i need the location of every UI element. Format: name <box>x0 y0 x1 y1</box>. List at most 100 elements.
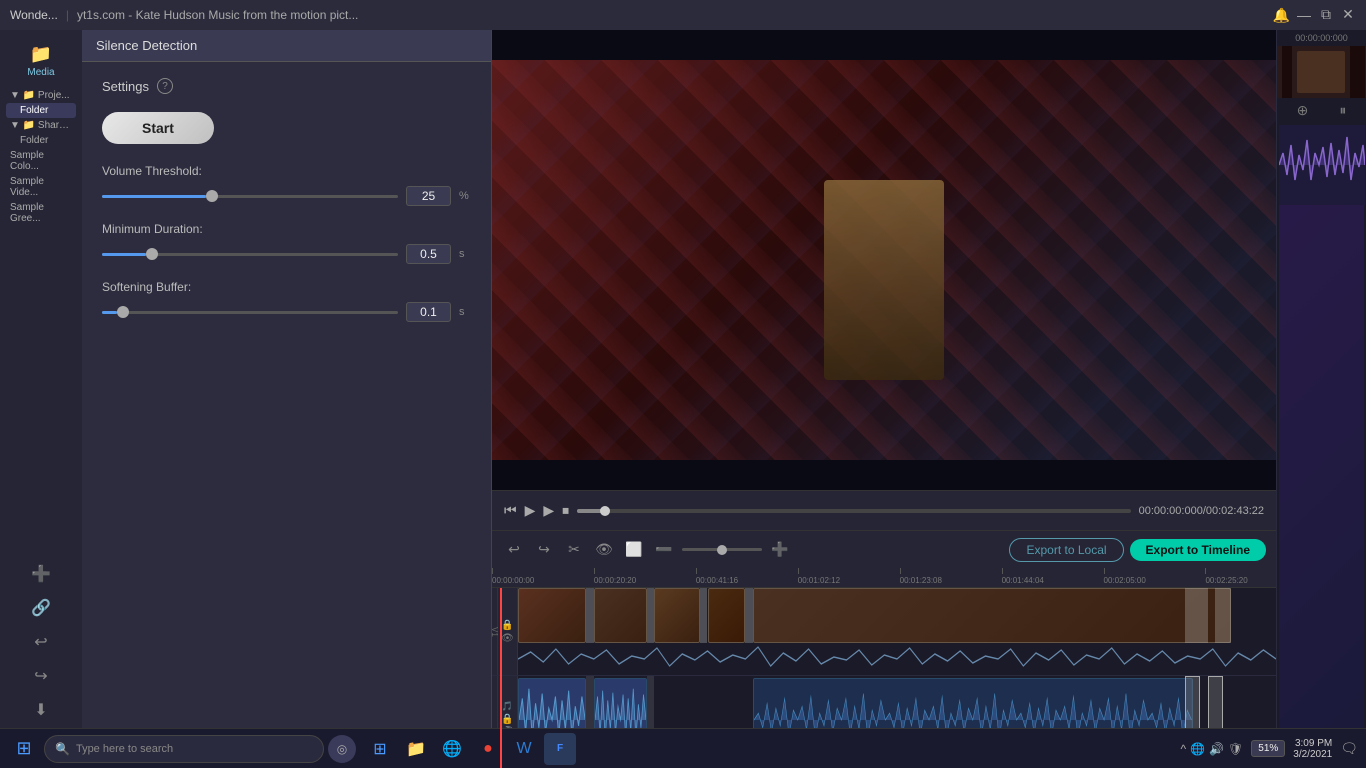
silence-panel-body: Settings ? Start Volume Threshold: 25 % … <box>82 62 491 354</box>
volume-threshold-slider[interactable] <box>102 189 398 203</box>
playhead[interactable] <box>500 588 502 768</box>
play-alt-button[interactable]: ▶ <box>543 502 554 519</box>
volume-threshold-label: Volume Threshold: <box>102 164 471 178</box>
start-button[interactable]: Start <box>102 112 214 144</box>
sidebar-sample-color[interactable]: Sample Colo... <box>6 148 76 174</box>
restore-button[interactable]: ⧉ <box>1318 7 1334 23</box>
taskbar-apps: ⊞ 📁 🌐 ● W F <box>364 733 576 765</box>
right-panel-add-button[interactable]: ⊕ <box>1297 102 1309 119</box>
softening-buffer-unit: s <box>459 306 471 318</box>
windows-icon[interactable]: ⊞ <box>364 733 396 765</box>
video-frame <box>492 60 1276 460</box>
close-button[interactable]: ✕ <box>1340 7 1356 23</box>
eye-track-icon[interactable]: 👁 <box>501 633 514 644</box>
minimum-duration-slider[interactable] <box>102 247 398 261</box>
taskbar-date: 3/2/2021 <box>1293 749 1332 760</box>
taskbar-search[interactable]: 🔍 Type here to search <box>44 735 324 763</box>
sidebar-folder-item[interactable]: Folder <box>6 103 76 118</box>
chrome-icon[interactable]: 🌐 <box>436 733 468 765</box>
sidebar-sample-green[interactable]: Sample Gree... <box>6 200 76 226</box>
alert-icon[interactable]: 🔔 <box>1273 7 1290 24</box>
main-container: 📁 Media ▼ 📁 Proje... Folder ▼ 📁 Share...… <box>0 30 1366 768</box>
video-section: ⏮ ▶ ▶ ⏹ 00:00:00:000/00:02:43:22 ↩ ↪ <box>492 30 1366 768</box>
search-icon: 🔍 <box>55 742 70 756</box>
softening-buffer-label: Softening Buffer: <box>102 280 471 294</box>
minimize-button[interactable]: — <box>1296 7 1312 23</box>
undo-timeline-button[interactable]: ↩ <box>502 538 526 562</box>
stop-button[interactable]: ⏹ <box>562 502 569 519</box>
taskbar-clock: 3:09 PM 3/2/2021 <box>1293 738 1332 760</box>
softening-buffer-slider[interactable] <box>102 305 398 319</box>
import-icon[interactable]: ⬇ <box>23 696 59 724</box>
volume-threshold-value[interactable]: 25 <box>406 186 451 206</box>
video-preview <box>492 30 1276 490</box>
silence-panel-title: Silence Detection <box>82 30 491 62</box>
sidebar-shared-folder[interactable]: ▼ 📁 Share... <box>6 118 76 133</box>
seek-bar[interactable] <box>577 509 1130 513</box>
lock-icon[interactable]: 🔒 <box>501 620 513 631</box>
title-bar: Wonde... | yt1s.com - Kate Hudson Music … <box>0 0 1366 30</box>
step-back-button[interactable]: ⏮ <box>504 502 517 519</box>
filmora-icon[interactable]: F <box>544 733 576 765</box>
battery-indicator: 51% <box>1251 740 1285 757</box>
notification-button[interactable]: 🗨 <box>1340 740 1358 757</box>
right-panel-pause-button[interactable]: ⏸ <box>1339 102 1346 119</box>
minimum-duration-label: Minimum Duration: <box>102 222 471 236</box>
taskbar-time: 3:09 PM <box>1293 738 1332 749</box>
plus-button[interactable]: ➕ <box>768 538 792 562</box>
link-icon[interactable]: 🔗 <box>23 594 59 622</box>
cut-button[interactable]: ✂ <box>562 538 586 562</box>
help-icon[interactable]: ? <box>157 78 173 94</box>
word-icon[interactable]: W <box>508 733 540 765</box>
media-icon: 📁 <box>30 44 52 65</box>
undo-icon[interactable]: ↩ <box>23 628 59 656</box>
app-name: Wonde... <box>10 8 58 22</box>
export-local-button[interactable]: Export to Local <box>1009 538 1123 562</box>
title-bar-left: Wonde... | yt1s.com - Kate Hudson Music … <box>10 8 358 22</box>
video-track-row: V1 🔒 👁 <box>492 588 1276 676</box>
video-bottom-bar <box>492 460 1276 490</box>
sidebar-folder-item-2[interactable]: Folder <box>6 133 76 148</box>
add-media-icon[interactable]: ➕ <box>23 560 59 588</box>
shield-icon[interactable]: 🛡 <box>1228 742 1243 756</box>
network-icon[interactable]: 🌐 <box>1190 742 1205 756</box>
right-panel-time: 00:00:00:000 <box>1277 30 1366 46</box>
redo-timeline-button[interactable]: ↪ <box>532 538 556 562</box>
zoom-slider[interactable] <box>682 548 762 551</box>
timeline-toolbar: ↩ ↪ ✂ 👁 ⬜ ➖ ➕ Export to Local Export to … <box>492 530 1276 568</box>
minimum-duration-unit: s <box>459 248 471 260</box>
redo-icon[interactable]: ↪ <box>23 662 59 690</box>
volume-threshold-row: 25 % <box>102 186 471 206</box>
silence-detection-panel: Silence Detection Settings ? Start Volum… <box>82 30 492 768</box>
video-top-bar <box>492 30 1276 60</box>
video-track-content[interactable] <box>518 588 1276 675</box>
minimum-duration-value[interactable]: 0.5 <box>406 244 451 264</box>
time-display: 00:00:00:000/00:02:43:22 <box>1139 505 1264 517</box>
video-main: ⏮ ▶ ▶ ⏹ 00:00:00:000/00:02:43:22 ↩ ↪ <box>492 30 1276 768</box>
softening-buffer-value[interactable]: 0.1 <box>406 302 451 322</box>
sidebar-media-button[interactable]: 📁 Media <box>19 40 62 82</box>
crop-button[interactable]: ⬜ <box>622 538 646 562</box>
minus-button[interactable]: ➖ <box>652 538 676 562</box>
timeline-ruler: 00:00:00:00 00:00:20:20 00:00:41:16 <box>492 568 1276 588</box>
playback-controls: ⏮ ▶ ▶ ⏹ 00:00:00:000/00:02:43:22 <box>492 490 1276 530</box>
sidebar-project-folder[interactable]: ▼ 📁 Proje... <box>6 88 76 103</box>
play-button[interactable]: ▶ <box>525 502 536 519</box>
chevron-up-icon[interactable]: ^ <box>1180 742 1186 756</box>
settings-row: Settings ? <box>102 78 471 94</box>
sound-icon[interactable]: 🔊 <box>1209 742 1224 756</box>
seek-thumb <box>600 506 610 516</box>
folder-icon[interactable]: 📁 <box>400 733 432 765</box>
cortana-button[interactable]: ◎ <box>328 735 356 763</box>
sidebar-sample-video[interactable]: Sample Vide... <box>6 174 76 200</box>
export-timeline-button[interactable]: Export to Timeline <box>1130 539 1266 561</box>
settings-label: Settings <box>102 79 149 94</box>
content-area: ⏮ ▶ ▶ ⏹ 00:00:00:000/00:02:43:22 ↩ ↪ <box>492 30 1366 768</box>
eye-button[interactable]: 👁 <box>592 538 616 562</box>
audio-lock-icon[interactable]: 🔒 <box>501 714 513 725</box>
sidebar: 📁 Media ▼ 📁 Proje... Folder ▼ 📁 Share...… <box>0 30 82 768</box>
volume-threshold-unit: % <box>459 190 471 202</box>
taskbar: ⊞ 🔍 Type here to search ◎ ⊞ 📁 🌐 ● W F ^ … <box>0 728 1366 768</box>
softening-buffer-row: 0.1 s <box>102 302 471 322</box>
start-button[interactable]: ⊞ <box>8 733 40 765</box>
